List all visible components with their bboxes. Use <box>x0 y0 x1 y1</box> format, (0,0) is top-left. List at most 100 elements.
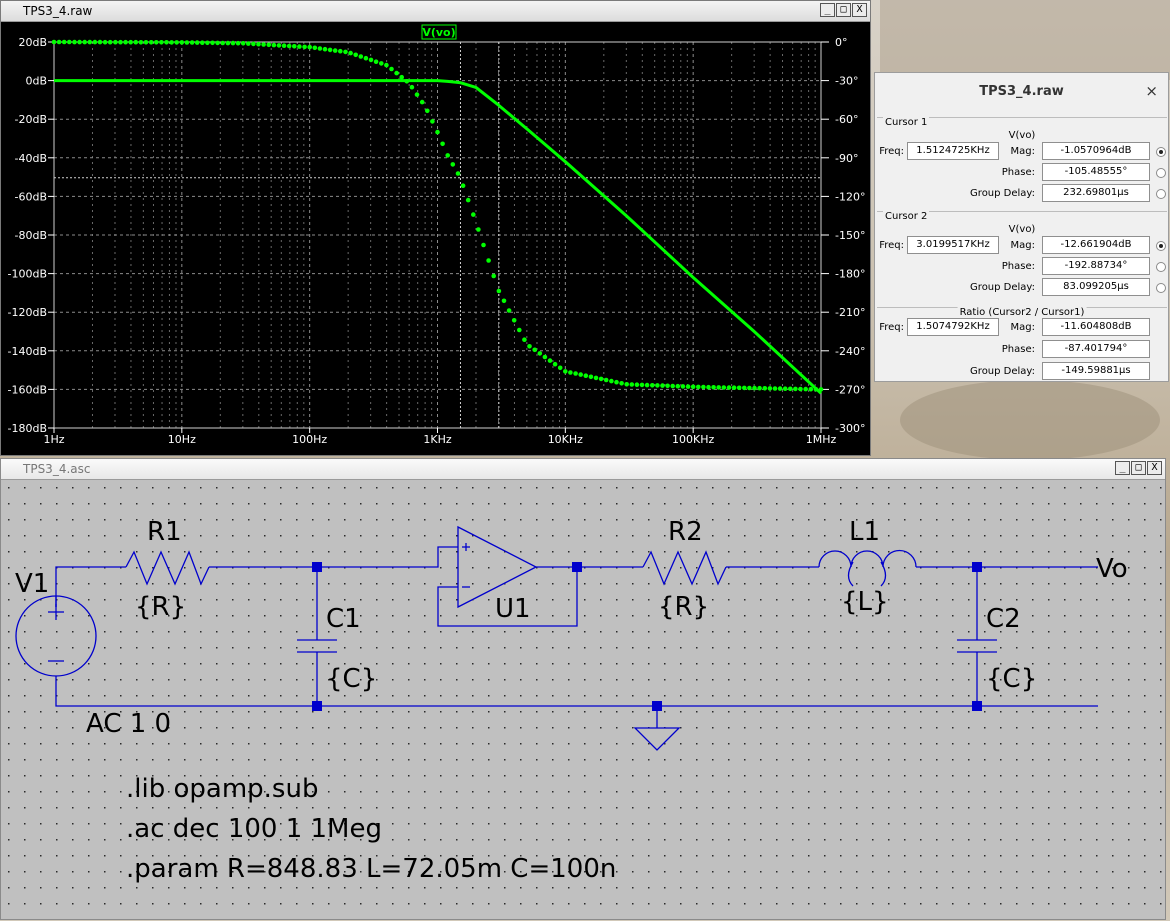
phase-label: Phase: <box>1001 344 1035 355</box>
phase-trace-point <box>726 385 732 390</box>
x-tick-label: 1MHz <box>806 433 837 446</box>
u1-name[interactable]: U1 <box>495 594 531 624</box>
ratio-group-delay-field[interactable]: -149.59881µs <box>1042 362 1150 380</box>
phase-trace-point <box>813 387 819 392</box>
phase-trace-point <box>711 385 716 390</box>
cursor2-freq-field[interactable]: 3.0199517KHz <box>907 236 999 254</box>
r1-name[interactable]: R1 <box>147 517 182 547</box>
bode-plot[interactable]: 20dB 0dB -20dB -40dB -60dB -80dB -100dB -120dB -… <box>1 22 870 455</box>
r2-value[interactable]: {R} <box>658 592 709 622</box>
trace-label[interactable]: V(vo) <box>422 26 455 39</box>
x-tick-label: 100Hz <box>292 433 327 446</box>
cursor2-group-delay-field[interactable]: 83.099205µs <box>1042 278 1150 296</box>
desktop-background-patch <box>900 380 1160 460</box>
maximize-button[interactable]: □ <box>1131 461 1146 475</box>
phase-trace-point <box>123 39 128 45</box>
phase-trace-point <box>184 40 190 45</box>
l1-name[interactable]: L1 <box>849 517 880 547</box>
phase-trace-point <box>465 197 471 203</box>
phase-trace-point <box>409 84 415 90</box>
y-left-tick-label: -80dB <box>15 229 48 242</box>
phase-trace-point <box>634 382 640 388</box>
phase-trace-point <box>307 44 313 50</box>
phase-trace-point <box>235 40 241 46</box>
phase-trace-point <box>650 383 655 388</box>
close-icon[interactable]: × <box>1145 82 1158 100</box>
cursor1-group-delay-field[interactable]: 232.69801µs <box>1042 184 1150 202</box>
phase-trace-point <box>501 298 507 304</box>
cursor2-mag-field[interactable]: -12.661904dB <box>1042 236 1150 254</box>
phase-trace-point <box>286 43 292 49</box>
l1-value[interactable]: {L} <box>841 587 889 617</box>
cursor1-phase-radio[interactable] <box>1156 168 1166 178</box>
phase-trace-point <box>148 40 154 45</box>
cursor1-group-delay-radio[interactable] <box>1156 189 1166 199</box>
ratio-freq-field[interactable]: 1.5074792KHz <box>907 318 999 336</box>
phase-trace-point <box>742 385 747 391</box>
cursor2-phase-field[interactable]: -192.88734° <box>1042 257 1150 275</box>
phase-label: Phase: <box>1001 261 1035 272</box>
cursor1-mag-field[interactable]: -1.0570964dB <box>1042 142 1150 160</box>
phase-trace-point <box>522 337 527 343</box>
y-right-tick-label: -120° <box>835 190 865 203</box>
waveform-title: TPS3_4.raw <box>23 4 93 18</box>
phase-trace-point <box>808 386 814 392</box>
phase-trace-point <box>97 39 103 45</box>
spice-directive-param[interactable]: .param R=848.83 L=72.05m C=100n <box>126 854 616 884</box>
r2-name[interactable]: R2 <box>668 517 703 547</box>
cursor1-group: Cursor 1 V(vo) Freq: 1.5124725KHz Mag: -… <box>877 117 1167 208</box>
spice-directive-lib[interactable]: .lib opamp.sub <box>126 774 318 804</box>
cursor2-group: Cursor 2 V(vo) Freq: 3.0199517KHz Mag: -… <box>877 211 1167 302</box>
cursor2-phase-radio[interactable] <box>1156 262 1166 272</box>
phase-trace-point <box>56 39 62 45</box>
phase-trace-point <box>174 40 179 45</box>
schematic-canvas[interactable]: V1 AC 1 0 R1 {R} C1 {C} U1 R2 {R} L1 {L}… <box>1 480 1165 919</box>
maximize-button[interactable]: □ <box>836 3 851 17</box>
phase-trace-point <box>194 40 200 45</box>
c1-value[interactable]: {C} <box>326 664 377 694</box>
cursor-readout-dialog[interactable]: TPS3_4.raw × Cursor 1 V(vo) Freq: 1.5124… <box>874 72 1169 382</box>
phase-trace-point <box>414 92 420 97</box>
c1-name[interactable]: C1 <box>326 604 361 634</box>
freq-label: Freq: <box>879 322 904 333</box>
phase-trace-point <box>603 377 609 383</box>
phase-trace-point <box>348 50 353 56</box>
phase-trace-point <box>297 44 302 49</box>
cursor1-mag-radio[interactable] <box>1156 147 1166 157</box>
r1-value[interactable]: {R} <box>135 592 186 622</box>
phase-trace-point <box>798 386 803 392</box>
close-button[interactable]: X <box>852 3 867 17</box>
phase-trace-point <box>51 39 57 45</box>
schematic-window[interactable]: TPS3_4.asc _ □ X V1 AC 1 0 R1 {R} C1 {C}… <box>0 458 1166 920</box>
phase-trace-point <box>517 327 522 333</box>
v1-value[interactable]: AC 1 0 <box>86 709 171 739</box>
cursor1-freq-field[interactable]: 1.5124725KHz <box>907 142 999 160</box>
cursor2-group-delay-radio[interactable] <box>1156 283 1166 293</box>
y-left-tick-label: 0dB <box>25 75 47 88</box>
ratio-mag-field[interactable]: -11.604808dB <box>1042 318 1150 336</box>
waveform-titlebar[interactable]: TPS3_4.raw _ □ X <box>1 1 870 35</box>
minimize-button[interactable]: _ <box>1115 461 1130 475</box>
phase-trace-point <box>419 99 425 105</box>
schematic-titlebar[interactable]: TPS3_4.asc _ □ X <box>1 459 1165 492</box>
phase-trace-point <box>430 119 435 124</box>
phase-trace-point <box>159 40 164 45</box>
phase-trace-point <box>706 384 711 390</box>
v1-name[interactable]: V1 <box>15 569 49 599</box>
spice-directive-ac[interactable]: .ac dec 100 1 1Meg <box>126 814 382 844</box>
waveform-window[interactable]: TPS3_4.raw _ □ X 20dB 0dB -20dB -40dB -60dB -… <box>0 0 871 456</box>
minimize-button[interactable]: _ <box>820 3 835 17</box>
phase-trace-point <box>629 382 635 387</box>
phase-trace-point <box>511 318 517 323</box>
ratio-phase-field[interactable]: -87.401794° <box>1042 340 1150 358</box>
phase-trace-point <box>573 371 578 376</box>
phase-trace-point <box>322 46 328 52</box>
c2-value[interactable]: {C} <box>986 664 1037 694</box>
phase-trace-point <box>445 153 451 158</box>
cursor1-phase-field[interactable]: -105.48555° <box>1042 163 1150 181</box>
net-label-vo[interactable]: Vo <box>1096 554 1128 584</box>
c2-name[interactable]: C2 <box>986 604 1021 634</box>
close-button[interactable]: X <box>1147 461 1162 475</box>
ratio-label: Ratio (Cursor2 / Cursor1) <box>957 307 1087 318</box>
cursor2-mag-radio[interactable] <box>1156 241 1166 251</box>
